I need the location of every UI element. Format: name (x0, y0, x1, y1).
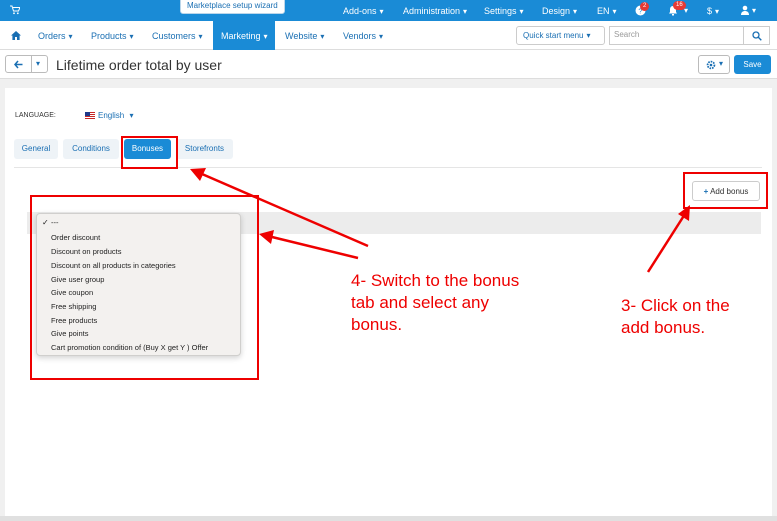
annotation-step4: 4- Switch to the bonus tab and select an… (351, 271, 520, 334)
annotation-step3: 3- Click on the add bonus. (621, 296, 730, 337)
annotation-arrows (190, 168, 690, 273)
footer-strip (0, 516, 777, 521)
